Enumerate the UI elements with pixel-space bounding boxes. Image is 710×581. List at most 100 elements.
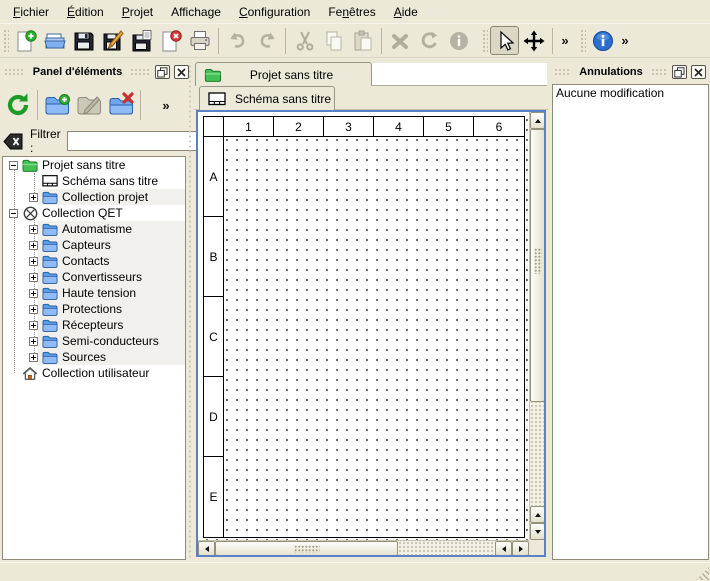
- save-all-icon: [130, 29, 154, 53]
- toolbar-drag-handle[interactable]: [481, 28, 488, 54]
- undo-history-list[interactable]: Aucune modification: [552, 84, 709, 560]
- float-icon: [157, 67, 168, 78]
- column-header: 2: [274, 117, 324, 136]
- scroll-left-button-right[interactable]: [495, 541, 512, 555]
- folder-edit-icon: [75, 91, 103, 119]
- element-info-button: [444, 26, 473, 55]
- expander-plus[interactable]: [29, 337, 38, 346]
- scroll-up-button[interactable]: [530, 112, 544, 129]
- undo-panel-titlebar[interactable]: Annulations: [552, 63, 708, 81]
- tree-item-automatisme[interactable]: Automatisme: [3, 221, 185, 237]
- tree-item-collection-projet[interactable]: Collection projet: [3, 189, 185, 205]
- expander-plus[interactable]: [29, 241, 38, 250]
- tree-item-project[interactable]: Projet sans titre: [3, 157, 185, 173]
- delete-element-button[interactable]: [105, 89, 137, 121]
- tree-item-collection-qet[interactable]: Collection QET: [3, 205, 185, 221]
- horizontal-scrollbar-thumb[interactable]: [215, 541, 398, 555]
- dock-title-texture: [130, 68, 151, 77]
- undo-history-item[interactable]: Aucune modification: [553, 85, 708, 102]
- expander-plus[interactable]: [29, 305, 38, 314]
- tree-item-collection-utilisateur[interactable]: Collection utilisateur: [3, 365, 185, 381]
- select-mode-button[interactable]: [490, 26, 519, 55]
- close-document-button[interactable]: [156, 26, 185, 55]
- vertical-scrollbar-thumb[interactable]: [530, 129, 544, 402]
- expander-plus[interactable]: [29, 353, 38, 362]
- scroll-up-button-bottom[interactable]: [530, 506, 544, 523]
- toolbar-drag-handle[interactable]: [579, 28, 586, 54]
- float-icon: [674, 67, 685, 78]
- ruler-corner: [204, 117, 224, 136]
- expander-minus[interactable]: [9, 209, 18, 218]
- clear-filter-button[interactable]: [2, 131, 24, 152]
- pan-mode-button[interactable]: [519, 26, 548, 55]
- panel-overflow-button[interactable]: »: [158, 92, 174, 118]
- open-project-button[interactable]: [40, 26, 69, 55]
- toolbar-overflow-button[interactable]: »: [557, 28, 573, 54]
- tree-item-contacts[interactable]: Contacts: [3, 253, 185, 269]
- menu-aide[interactable]: Aide: [385, 1, 427, 23]
- new-element-button[interactable]: [41, 89, 73, 121]
- menu-fichier[interactable]: Fichier: [4, 1, 58, 23]
- expander-plus[interactable]: [29, 193, 38, 202]
- tab-schema[interactable]: Schéma sans titre: [199, 86, 335, 110]
- save-button[interactable]: [69, 26, 98, 55]
- close-icon: [693, 67, 704, 78]
- undo-icon: [226, 29, 250, 53]
- expander-plus[interactable]: [29, 321, 38, 330]
- folder-icon: [42, 286, 58, 300]
- folder-icon: [42, 254, 58, 268]
- tree-item-schema[interactable]: Schéma sans titre: [3, 173, 185, 189]
- main-toolbar: » »: [0, 24, 710, 58]
- tree-item-convertisseurs[interactable]: Convertisseurs: [3, 269, 185, 285]
- save-all-button[interactable]: [127, 26, 156, 55]
- about-info-button[interactable]: [588, 26, 617, 55]
- folder-icon: [42, 350, 58, 364]
- tree-item-capteurs[interactable]: Capteurs: [3, 237, 185, 253]
- tree-item-sources[interactable]: Sources: [3, 349, 185, 365]
- resize-grip[interactable]: [696, 567, 709, 580]
- tab-project-label: Projet sans titre: [222, 68, 371, 82]
- menu-edition[interactable]: Édition: [58, 1, 113, 23]
- dock-float-button[interactable]: [155, 65, 170, 79]
- tree-item-recepteurs[interactable]: Récepteurs: [3, 317, 185, 333]
- folder-icon: [42, 334, 58, 348]
- expander-minus[interactable]: [9, 161, 18, 170]
- menubar: Fichier Édition Projet Affichage Configu…: [0, 0, 710, 24]
- menu-configuration[interactable]: Configuration: [230, 1, 319, 23]
- dock-float-button[interactable]: [672, 65, 687, 79]
- menu-affichage[interactable]: Affichage: [162, 1, 230, 23]
- schema-canvas[interactable]: 1 2 3 4 5 6 A B C D E: [198, 112, 544, 555]
- scroll-down-button[interactable]: [530, 523, 544, 540]
- menu-projet[interactable]: Projet: [113, 1, 162, 23]
- menu-fenetres[interactable]: Fenêtres: [319, 1, 384, 23]
- expander-plus[interactable]: [29, 257, 38, 266]
- tree-item-semi-conducteurs[interactable]: Semi-conducteurs: [3, 333, 185, 349]
- new-document-button[interactable]: [11, 26, 40, 55]
- print-icon: [188, 29, 212, 53]
- toolbar-overflow-button[interactable]: »: [617, 28, 633, 54]
- undo-panel-title: Annulations: [575, 66, 647, 78]
- column-header: 6: [474, 117, 524, 136]
- tab-project[interactable]: Projet sans titre: [195, 62, 372, 86]
- save-as-button[interactable]: [98, 26, 127, 55]
- expander-plus[interactable]: [29, 273, 38, 282]
- panel-splitter[interactable]: [187, 62, 193, 560]
- folder-delete-icon: [107, 91, 135, 119]
- column-header: 1: [224, 117, 274, 136]
- toolbar-separator: [381, 28, 382, 54]
- toolbar-drag-handle[interactable]: [2, 28, 9, 54]
- project-folder-icon: [204, 68, 222, 82]
- tab-schema-label: Schéma sans titre: [235, 92, 331, 106]
- elements-panel-titlebar[interactable]: Panel d'éléments: [2, 63, 191, 81]
- row-header: A: [204, 137, 224, 217]
- print-button[interactable]: [185, 26, 214, 55]
- expander-plus[interactable]: [29, 289, 38, 298]
- scroll-right-button[interactable]: [512, 541, 529, 555]
- scroll-left-button[interactable]: [198, 541, 215, 555]
- tree-item-haute-tension[interactable]: Haute tension: [3, 285, 185, 301]
- dock-close-button[interactable]: [691, 65, 706, 79]
- elements-tree[interactable]: Projet sans titre Schéma sans titre Coll…: [2, 156, 186, 560]
- reload-collections-button[interactable]: [2, 89, 34, 121]
- expander-plus[interactable]: [29, 225, 38, 234]
- tree-item-protections[interactable]: Protections: [3, 301, 185, 317]
